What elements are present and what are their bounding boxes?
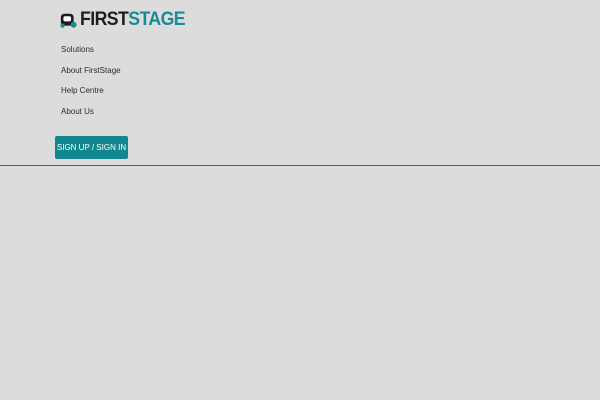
stage-mask-icon	[60, 13, 77, 28]
brand-name-first: FIRST	[80, 9, 129, 30]
signup-signin-button[interactable]: SIGN UP / SIGN IN	[55, 136, 128, 159]
nav-item-help-centre[interactable]: Help Centre	[61, 81, 121, 102]
brand-logo[interactable]: FIRSTSTAGE	[60, 9, 193, 31]
nav-item-about-firststage[interactable]: About FirstStage	[61, 61, 121, 82]
brand-wordmark: FIRSTSTAGE	[80, 9, 186, 30]
brand-name-second: STAGE	[128, 9, 186, 30]
site-header: FIRSTSTAGE Solutions About FirstStage He…	[0, 0, 600, 166]
nav-item-solutions[interactable]: Solutions	[61, 40, 121, 61]
nav-item-about-us[interactable]: About Us	[61, 102, 121, 123]
main-content	[0, 167, 600, 400]
main-nav: Solutions About FirstStage Help Centre A…	[61, 40, 121, 122]
